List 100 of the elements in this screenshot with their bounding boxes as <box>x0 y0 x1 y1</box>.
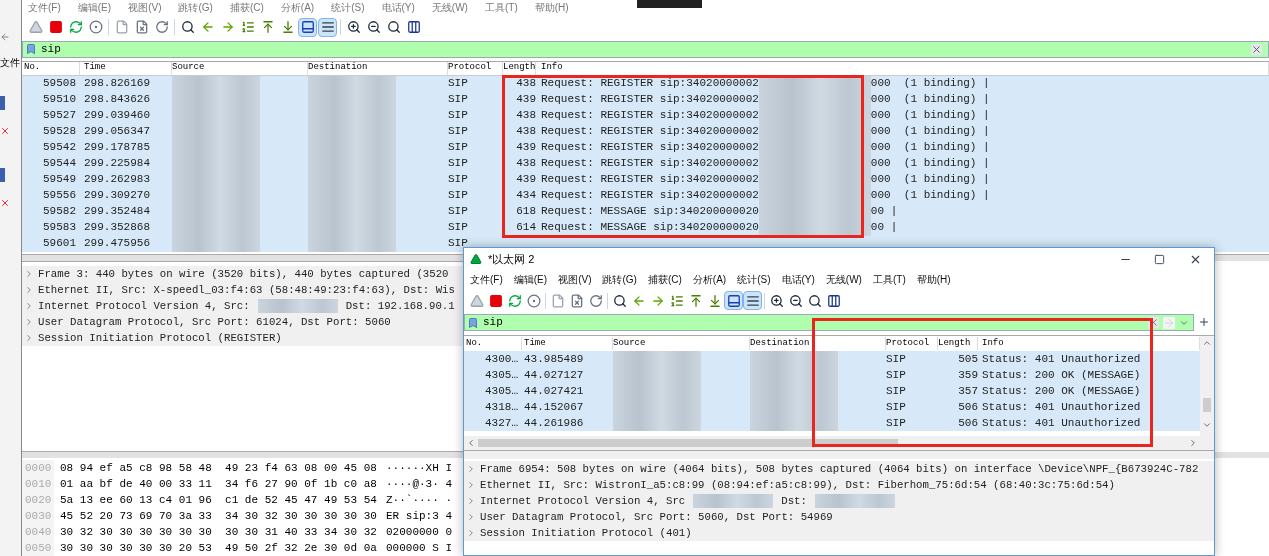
table-cell-text: 618 <box>515 204 536 220</box>
menu-item[interactable]: 编辑(E) <box>77 3 112 14</box>
menu-item[interactable]: 文件(F) <box>28 3 61 14</box>
table-cell-text: 44.261986 <box>523 415 585 431</box>
menu-item[interactable]: 编辑(E) <box>513 275 548 285</box>
column-header[interactable]: No. <box>464 336 522 351</box>
column-header[interactable]: Protocol <box>886 336 938 351</box>
menu-item[interactable]: 无线(W) <box>431 3 468 14</box>
table-cell-text: 59508 <box>42 76 77 92</box>
scroll-down-icon[interactable] <box>1202 420 1212 430</box>
file-icon <box>114 20 129 35</box>
column-header[interactable]: Time <box>522 336 613 351</box>
expand-icon <box>24 268 34 279</box>
menu-item[interactable]: 工具(T) <box>484 3 518 14</box>
overlay-block <box>637 0 702 8</box>
packet-row[interactable]: 4327… 44.261986 SIP 506 Status: 401 Unauthorized <box>464 415 1200 431</box>
colorize-button[interactable] <box>743 291 762 310</box>
menu-item[interactable]: 捕获(C) <box>647 275 682 285</box>
menu-item[interactable]: 跳转(G) <box>602 275 637 285</box>
menu-item[interactable]: 统计(S) <box>331 3 365 14</box>
table-cell-text: SIP <box>886 383 907 399</box>
table-cell-text: 59556 <box>42 188 77 204</box>
menu-item[interactable]: 无线(W) <box>825 275 862 285</box>
detail-row[interactable]: User Datagram Protocol, Src Port: 5060, Dst Port: 54969 <box>464 509 1214 525</box>
bookmark-icon <box>25 43 37 56</box>
menu-item[interactable]: 捕获(C) <box>229 3 264 14</box>
expand-icon <box>24 300 34 311</box>
table-cell-text: 357 <box>957 383 978 399</box>
packet-row[interactable]: 4305… 44.027127 SIP 359 Status: 200 OK (MESSAGE) <box>464 367 1200 383</box>
table-cell-text: 438 <box>515 108 536 124</box>
detail-row[interactable]: Session Initiation Protocol (401) <box>464 525 1214 541</box>
detail-text: Session Initiation Protocol (401) <box>480 526 692 541</box>
expand-icon <box>24 284 34 295</box>
scrollbar-thumb[interactable] <box>478 439 898 447</box>
detail-text: Internet Protocol Version 4, Src <box>480 494 686 509</box>
menu-item[interactable]: 帮助(H) <box>916 275 951 285</box>
column-header[interactable]: Info <box>536 61 1269 75</box>
table-cell-text: 000 (1 binding) | <box>870 124 990 140</box>
table-cell-text: 59510 <box>42 92 77 108</box>
menu-item[interactable]: 电话(Y) <box>381 3 415 14</box>
column-header[interactable]: Protocol <box>448 61 503 75</box>
menu-item[interactable]: 视图(V) <box>558 275 592 285</box>
autoscroll-button[interactable] <box>298 17 317 37</box>
table-cell-text: 4305… <box>484 367 519 383</box>
table-cell-text: 43.985489 <box>523 351 585 367</box>
clear-icon[interactable] <box>1148 317 1159 328</box>
autoscroll-button[interactable] <box>724 291 743 310</box>
add-icon[interactable] <box>1198 316 1210 328</box>
hex-bytes: 08 94 ef a5 c8 98 58 48 49 23 f4 63 08 00 45 08 <box>60 460 378 476</box>
filter-field[interactable]: sip <box>22 40 1269 58</box>
column-header[interactable]: Source <box>613 336 750 351</box>
clear-icon[interactable] <box>1251 43 1262 55</box>
table-cell-text: Status: 401 Unauthorized <box>981 415 1142 431</box>
menu-item[interactable]: 跳转(G) <box>178 3 213 14</box>
menu-item[interactable]: 工具(T) <box>872 275 906 285</box>
table-cell-text: 000 (1 binding) | <box>870 76 990 92</box>
scroll-right-icon[interactable] <box>1188 438 1198 448</box>
menu-item[interactable]: 分析(A) <box>692 275 727 285</box>
scroll-up-icon[interactable] <box>1202 338 1212 348</box>
menu-item[interactable]: 文件(F) <box>470 275 503 285</box>
menu-item[interactable]: 视图(V) <box>128 3 162 14</box>
hex-bytes: 30 32 30 30 30 30 30 30 30 30 31 40 33 34 30 32 <box>60 524 378 540</box>
column-header[interactable]: Length <box>503 61 536 75</box>
table-cell-text: Status: 401 Unauthorized <box>981 351 1142 367</box>
first-packet-icon <box>688 293 703 308</box>
table-cell-text: SIP <box>448 76 469 92</box>
menu-item[interactable]: 电话(Y) <box>781 275 815 285</box>
detail-row[interactable]: Ethernet II, Src: WistronI_a5:c8:99 (08:94:ef:a5:c8:99), Dst: Fiberhom_75:6d:54 (68:40:3c:75:6d:54) <box>464 477 1214 493</box>
packet-row[interactable]: 4300… 43.985489 SIP 505 Status: 401 Unauthorized <box>464 351 1200 367</box>
column-header[interactable]: Time <box>80 61 172 75</box>
hex-ascii: Z··`···· · <box>386 492 452 508</box>
table-cell-text: Status: 401 Unauthorized <box>981 399 1142 415</box>
packet-row[interactable]: 4305… 44.027421 SIP 357 Status: 200 OK (MESSAGE) <box>464 383 1200 399</box>
vertical-scrollbar[interactable] <box>1200 336 1214 450</box>
column-header[interactable]: Source <box>172 61 308 75</box>
column-header[interactable]: Destination <box>308 61 448 75</box>
expand-icon <box>24 316 34 327</box>
hex-bytes: 45 52 20 73 69 70 3a 33 34 30 32 30 30 30 30 30 <box>60 508 378 524</box>
restart-icon <box>507 293 522 308</box>
column-header[interactable]: Destination <box>750 336 886 351</box>
last-packet-icon <box>707 293 722 308</box>
colorize-button[interactable] <box>318 17 337 37</box>
maximize-icon[interactable] <box>1154 253 1165 265</box>
menu-item[interactable]: 统计(S) <box>737 275 771 285</box>
column-header[interactable]: Length <box>938 336 978 351</box>
menu-item[interactable]: 分析(A) <box>280 3 315 14</box>
hex-bytes: 01 aa bf de 40 00 33 11 34 f6 27 90 0f 1b c0 a8 <box>60 476 378 492</box>
detail-row[interactable]: Internet Protocol Version 4, Src Dst: <box>464 493 1214 509</box>
column-header[interactable]: No. <box>22 61 80 75</box>
table-cell-text: Request: REGISTER sip:34020000002 <box>541 156 759 172</box>
hex-offset: 0000 <box>22 459 54 477</box>
packet-row[interactable]: 4318… 44.152067 SIP 506 Status: 401 Unauthorized <box>464 399 1200 415</box>
scroll-left-icon[interactable] <box>466 438 476 448</box>
table-cell-text: 000 (1 binding) | <box>870 108 990 124</box>
detail-text: Dst: <box>781 494 807 509</box>
detail-text: User Datagram Protocol, Src Port: 61024, Dst Port: 5060 <box>38 314 391 330</box>
table-cell-text: 298.843626 <box>83 92 151 108</box>
table-cell-text: SIP <box>448 140 469 156</box>
scrollbar-thumb[interactable] <box>1203 398 1211 412</box>
menu-item[interactable]: 帮助(H) <box>534 3 569 14</box>
